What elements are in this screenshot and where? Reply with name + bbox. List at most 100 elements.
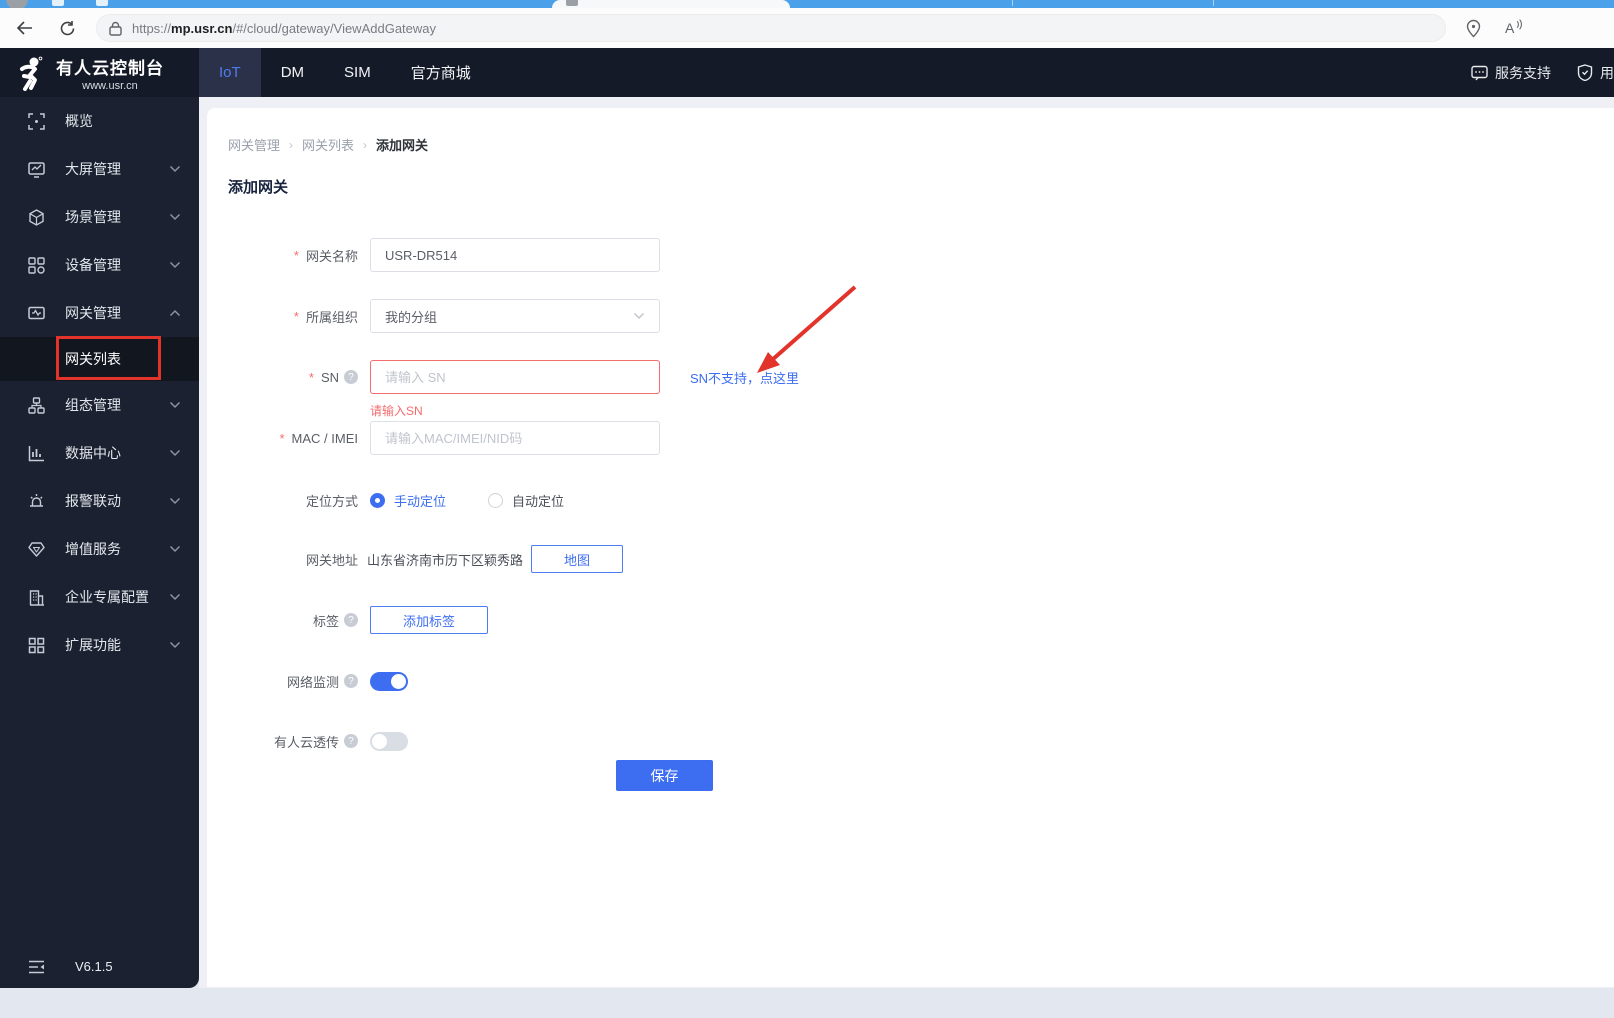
chevron-down-icon [169,641,181,649]
page-title: 添加网关 [228,179,289,196]
top-nav: IoT DM SIM 官方商城 [199,48,491,97]
gateway-address-label: 网关地址 [305,552,358,568]
sn-input[interactable] [370,360,660,394]
radio-manual-location[interactable]: 手动定位 [370,491,446,510]
tab-separator [1213,0,1214,6]
sidebar-item-value-added[interactable]: 增值服务 [0,525,199,573]
sn-help-icon[interactable]: ? [344,370,358,384]
tags-label: 标签? [228,611,358,630]
save-button[interactable]: 保存 [616,760,713,791]
screen: https://mp.usr.cn/#/cloud/gateway/ViewAd… [0,0,1614,1018]
collapse-sidebar-icon[interactable] [28,960,45,974]
sidebar-item-label: 企业专属配置 [65,589,149,605]
sidebar-item-configuration[interactable]: 组态管理 [0,381,199,429]
sidebar-subitem-label: 网关列表 [65,351,121,367]
gateway-name-label: * 网关名称 [293,247,358,264]
cloud-passthrough-help-icon[interactable]: ? [344,734,358,748]
radio-unselected-icon [488,492,504,508]
building-icon [29,589,44,606]
browser-tab-icon [96,0,108,6]
sidebar-item-label: 场景管理 [65,209,121,225]
breadcrumb-separator: › [289,137,294,152]
chevron-up-icon [169,309,181,317]
chevron-down-icon [169,545,181,553]
sn-not-supported-link[interactable]: SN不支持，点这里 [690,368,799,387]
radio-auto-location[interactable]: 自动定位 [488,491,564,510]
sidebar-item-label: 网关管理 [65,305,121,321]
browser-active-tab[interactable] [552,0,790,8]
sidebar-item-extensions[interactable]: 扩展功能 [0,621,199,669]
location-permission-icon[interactable] [1464,19,1483,38]
chat-icon [1471,65,1488,80]
sidebar-item-label: 扩展功能 [65,637,121,653]
sidebar-item-scene[interactable]: 场景管理 [0,193,199,241]
tags-help-icon[interactable]: ? [344,613,358,627]
radio-label: 手动定位 [394,493,447,509]
cube-icon [29,208,44,226]
sidebar-item-enterprise-config[interactable]: 企业专属配置 [0,573,199,621]
sidebar-item-overview[interactable]: 概览 [0,97,199,145]
add-gateway-form: *网关名称 *所属组织 我的分组 *SN? [228,238,1328,783]
refresh-button[interactable] [50,11,84,45]
refresh-icon [60,20,74,35]
bar-chart-icon [28,445,44,461]
read-aloud-icon[interactable]: A [1505,19,1527,37]
network-monitor-help-icon[interactable]: ? [344,674,358,688]
app-header: 有人云控制台 www.usr.cn IoT DM SIM 官方商城 服务支持 用 [0,48,1614,97]
browser-tab-icon [52,0,64,6]
gateway-monitor-icon [28,306,45,319]
service-support[interactable]: 服务支持 [1471,63,1551,83]
sidebar-item-alarm[interactable]: 报警联动 [0,477,199,525]
location-mode-label: 定位方式 [305,493,358,509]
breadcrumb-item[interactable]: 网关列表 [302,135,354,154]
logo[interactable]: 有人云控制台 www.usr.cn [0,48,199,97]
sidebar-item-gateway[interactable]: 网关管理 [0,289,199,337]
breadcrumb-item[interactable]: 网关管理 [228,135,280,154]
sidebar-item-label: 增值服务 [65,541,121,557]
organization-select[interactable]: 我的分组 [370,299,660,333]
chevron-down-icon [169,401,181,409]
gateway-address-value: 山东省济南市历下区颖秀路 [367,552,524,568]
screen-chart-icon [28,161,45,178]
content-card: 网关管理 › 网关列表 › 添加网关 添加网关 *网关名称 *所属组织 我的分组 [207,108,1614,987]
sidebar-item-label: 组态管理 [65,397,121,413]
service-support-label: 服务支持 [1495,64,1551,81]
cloud-passthrough-toggle[interactable] [370,731,408,751]
browser-tab-strip [0,0,1614,10]
sidebar-item-label: 数据中心 [65,445,121,461]
alarm-beacon-icon [30,493,43,507]
grid-icon [28,637,45,653]
sidebar-item-label: 报警联动 [65,493,121,509]
mac-imei-input[interactable] [370,421,660,455]
network-monitor-toggle[interactable] [370,671,408,691]
sidebar-item-device[interactable]: 设备管理 [0,241,199,289]
nav-tab-sim[interactable]: SIM [324,48,391,97]
svg-text:A: A [1505,20,1515,36]
nav-tab-iot[interactable]: IoT [199,48,261,97]
sidebar-item-bigscreen[interactable]: 大屏管理 [0,145,199,193]
organization-selected-value: 我的分组 [385,309,438,325]
map-button[interactable]: 地图 [531,545,624,573]
chevron-down-icon [169,593,181,601]
lock-icon [109,21,122,36]
sn-error-message: 请输入SN [370,404,423,418]
breadcrumb-separator: › [363,137,368,152]
sidebar-subitem-gateway-list[interactable]: 网关列表 [0,337,199,381]
mac-imei-label: * MAC / IMEI [279,430,358,446]
cloud-passthrough-label: 有人云透传? [228,732,358,751]
address-bar[interactable]: https://mp.usr.cn/#/cloud/gateway/ViewAd… [96,14,1446,42]
sidebar-item-datacenter[interactable]: 数据中心 [0,429,199,477]
usr-running-man-icon [20,56,43,91]
user-center[interactable]: 用 [1577,63,1614,83]
back-button[interactable] [8,11,42,45]
nav-tab-mall[interactable]: 官方商城 [391,48,491,97]
sn-label: * SN? [228,370,358,385]
viewfinder-icon [28,112,45,130]
version-label: V6.1.5 [75,959,113,974]
organization-label: * 所属组织 [293,308,358,325]
sidebar-item-label: 设备管理 [65,257,121,273]
nav-tab-dm[interactable]: DM [261,48,324,97]
chevron-down-icon [633,312,645,320]
gateway-name-input[interactable] [370,238,660,272]
add-tag-button[interactable]: 添加标签 [370,606,489,634]
